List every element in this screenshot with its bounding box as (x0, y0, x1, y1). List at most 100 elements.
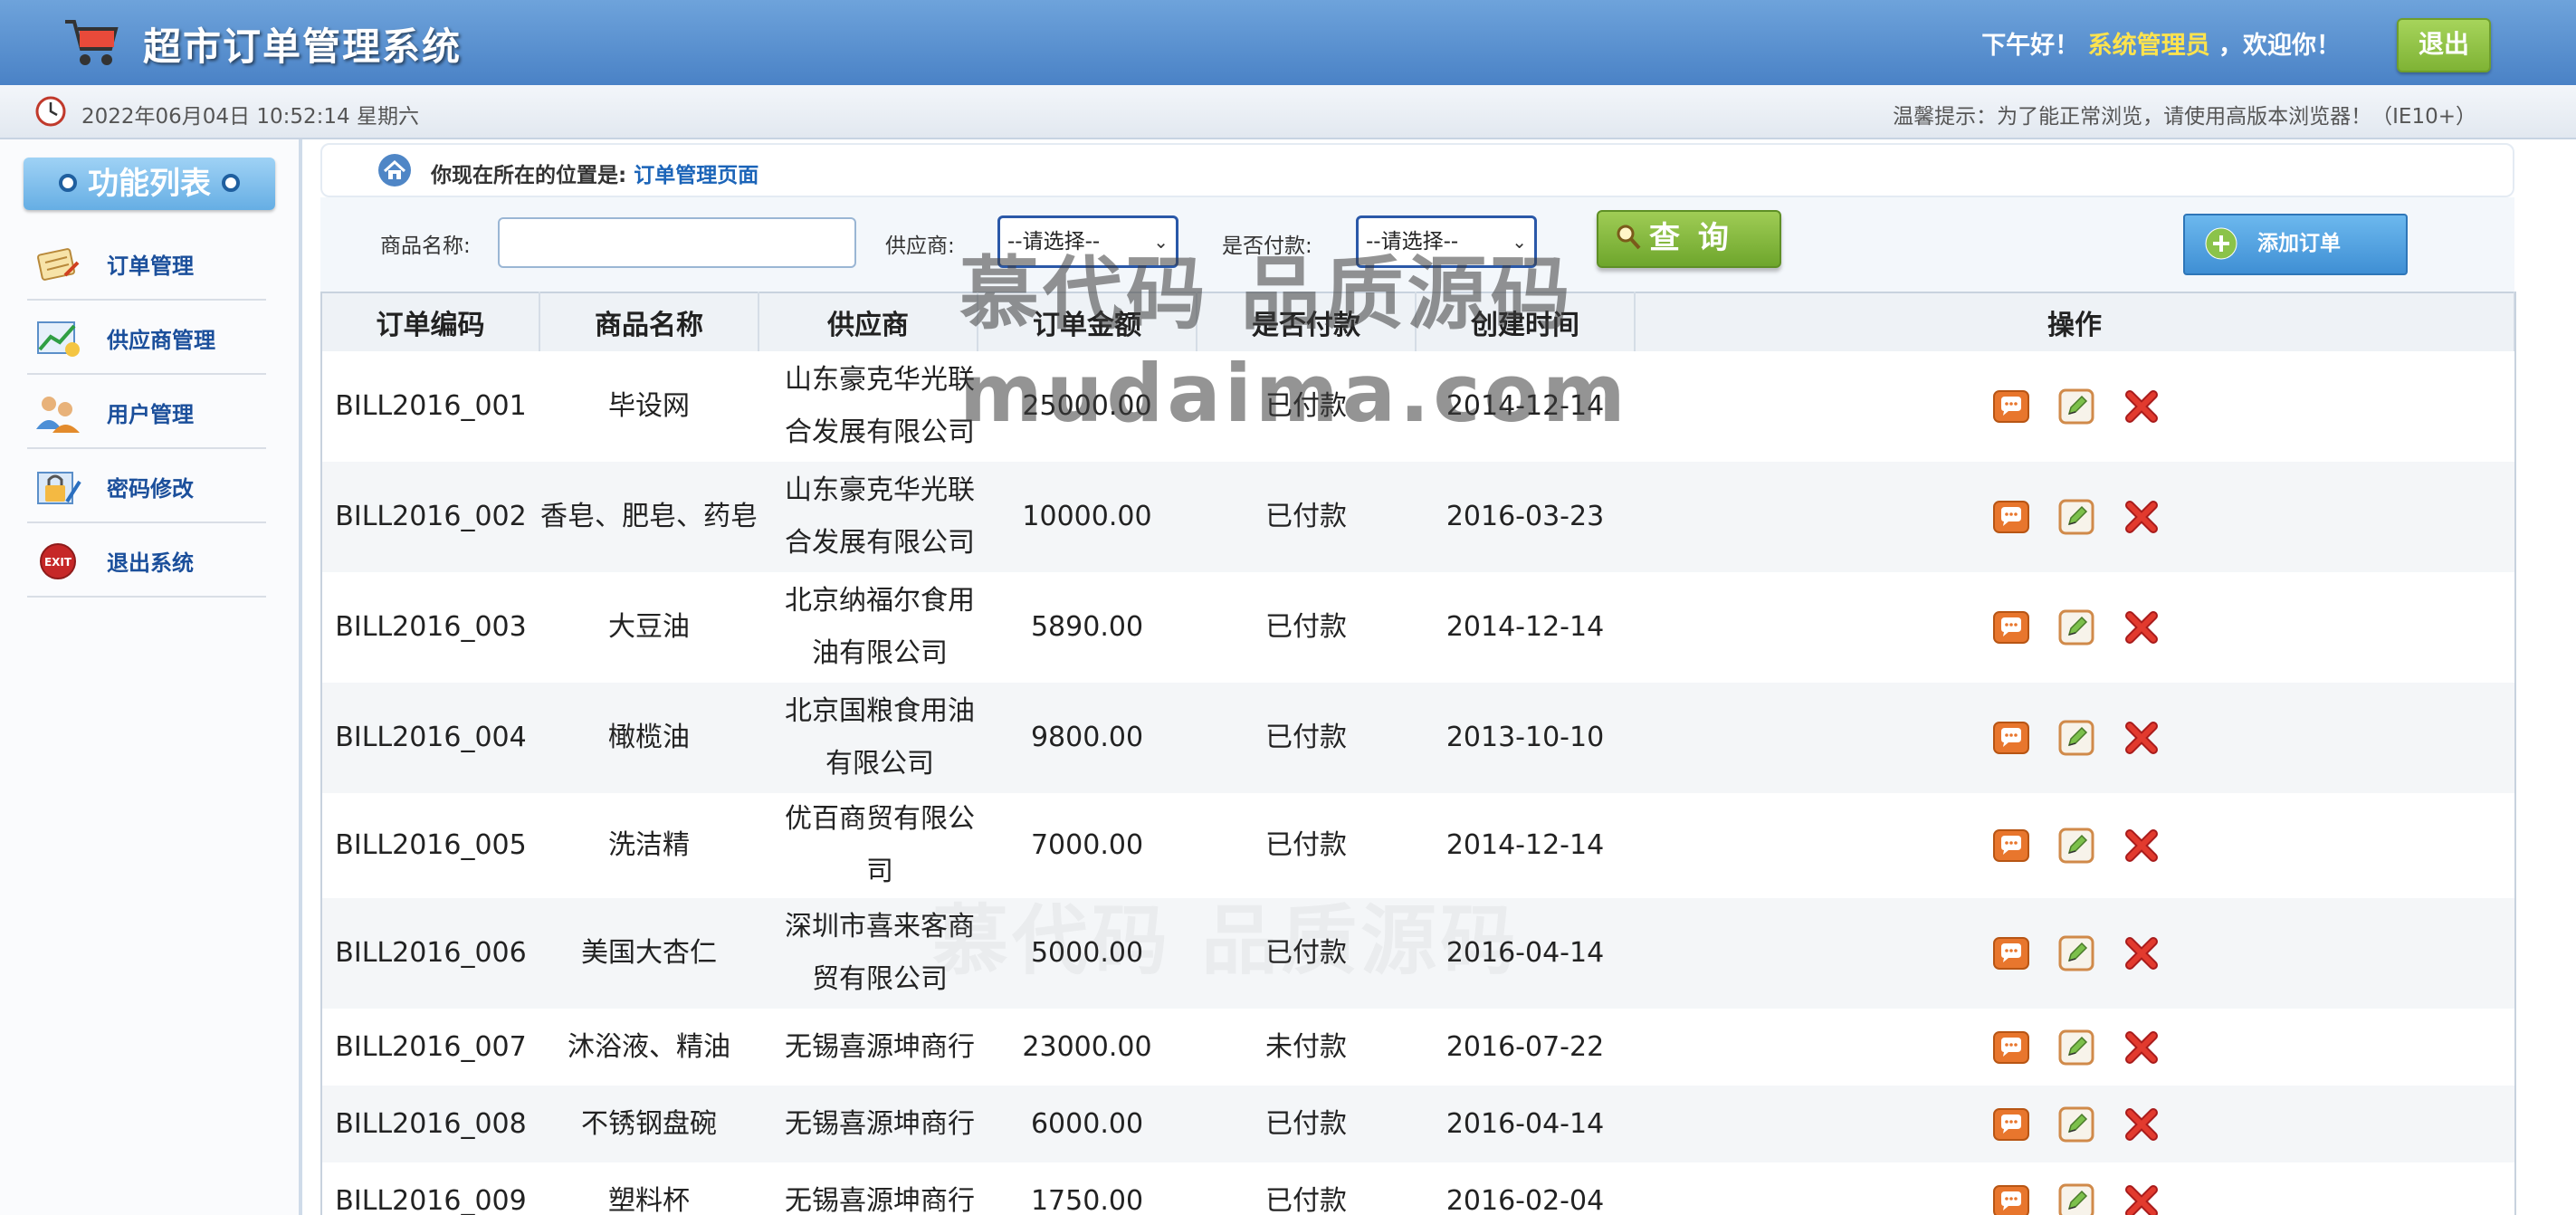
order-icon (37, 248, 80, 281)
provider-cell: 山东豪克华光联合发展有限公司 (758, 462, 978, 572)
query-button[interactable]: 查 询 (1597, 210, 1781, 268)
sidebar-item-exit[interactable]: EXIT 退出系统 (27, 523, 266, 598)
edit-icon[interactable] (2057, 387, 2095, 426)
provider-cell: 无锡喜源坤商行 (758, 1086, 978, 1162)
product-name-cell: 不锈钢盘碗 (581, 1107, 717, 1140)
table-row: BILL2016_008 不锈钢盘碗 无锡喜源坤商行 6000.00 已付款 2… (322, 1086, 2514, 1162)
sidebar-item-label: 用户管理 (107, 402, 194, 427)
table-row: BILL2016_007 沐浴液、精油 无锡喜源坤商行 23000.00 未付款… (322, 1009, 2514, 1086)
edit-icon[interactable] (2057, 1028, 2095, 1067)
delete-icon[interactable] (2123, 1105, 2161, 1143)
edit-icon[interactable] (2057, 934, 2095, 972)
paid-select[interactable]: --请选择-- ⌄ (1356, 215, 1537, 268)
provider-cell: 优百商贸有限公司 (758, 793, 978, 898)
view-icon[interactable] (1992, 1105, 2030, 1143)
edit-icon[interactable] (2057, 719, 2095, 757)
delete-icon[interactable] (2123, 608, 2161, 646)
product-name-cell: 毕设网 (608, 390, 690, 422)
edit-icon[interactable] (2057, 498, 2095, 536)
sidebar-item-providers[interactable]: 供应商管理 (27, 301, 266, 375)
paid-status-cell: 已付款 (1265, 501, 1347, 532)
bullet-icon (59, 173, 77, 192)
view-icon[interactable] (1992, 387, 2030, 426)
add-order-label: 添加订单 (2257, 232, 2341, 255)
order-code-cell: BILL2016_004 (335, 722, 527, 753)
order-code-cell: BILL2016_006 (335, 937, 527, 969)
amount-cell: 6000.00 (1030, 1107, 1144, 1140)
created-date-cell: 2016-04-14 (1445, 1107, 1605, 1140)
sidebar-item-users[interactable]: 用户管理 (27, 375, 266, 449)
order-code-cell: BILL2016_003 (335, 611, 527, 643)
chevron-down-icon: ⌄ (1512, 231, 1527, 253)
top-header: 超市订单管理系统 下午好！ 系统管理员 ，欢迎你！ 退出 (0, 0, 2576, 85)
clock-icon (35, 96, 66, 127)
edit-icon[interactable] (2057, 1182, 2095, 1215)
logout-button[interactable]: 退出 (2397, 18, 2491, 72)
provider-cell: 无锡喜源坤商行 (758, 1162, 978, 1215)
orders-table-container: 订单编码 商品名称 供应商 订单金额 是否付款 创建时间 操作 BILL2016… (320, 292, 2516, 1215)
function-list-label: 功能列表 (88, 166, 211, 202)
edit-icon[interactable] (2057, 1105, 2095, 1143)
edit-icon[interactable] (2057, 608, 2095, 646)
browser-tip: 温馨提示：为了能正常浏览，请使用高版本浏览器！（IE10+） (1893, 105, 2476, 129)
svg-text:EXIT: EXIT (44, 556, 72, 569)
sidebar-item-label: 退出系统 (107, 550, 194, 576)
column-header: 订单编码 (322, 292, 540, 351)
provider-text: 无锡喜源坤商行 (785, 1184, 975, 1215)
users-icon (36, 397, 80, 433)
provider-cell: 深圳市喜来客商贸有限公司 (758, 898, 978, 1009)
home-icon (378, 154, 411, 187)
created-date-cell: 2016-03-23 (1445, 501, 1605, 532)
delete-icon[interactable] (2123, 1182, 2161, 1215)
created-date-cell: 2016-02-04 (1445, 1184, 1605, 1215)
shopping-cart-icon (65, 20, 119, 65)
amount-cell: 25000.00 (1022, 390, 1152, 422)
view-icon[interactable] (1992, 827, 2030, 865)
product-name-cell: 橄榄油 (608, 722, 690, 753)
delete-icon[interactable] (2123, 934, 2161, 972)
delete-icon[interactable] (2123, 827, 2161, 865)
paid-status-cell: 已付款 (1265, 722, 1347, 753)
table-row: BILL2016_006 美国大杏仁 深圳市喜来客商贸有限公司 5000.00 … (322, 898, 2514, 1009)
greeting-suffix: ，欢迎你！ (2218, 32, 2341, 60)
delete-icon[interactable] (2123, 387, 2161, 426)
column-header: 创建时间 (1416, 292, 1636, 351)
operations-cell (1635, 1162, 2514, 1215)
column-header: 操作 (1635, 292, 2514, 351)
edit-icon[interactable] (2057, 827, 2095, 865)
product-name-label: 商品名称: (380, 234, 471, 258)
paid-status-cell: 已付款 (1265, 1107, 1347, 1140)
delete-icon[interactable] (2123, 1028, 2161, 1067)
operations-cell (1635, 793, 2514, 898)
delete-icon[interactable] (2123, 719, 2161, 757)
amount-cell: 10000.00 (1022, 501, 1152, 532)
order-code-cell: BILL2016_009 (335, 1184, 527, 1215)
product-name-input[interactable] (498, 217, 856, 268)
paid-status-cell: 未付款 (1265, 1030, 1347, 1063)
provider-text: 北京纳福尔食用油有限公司 (785, 585, 975, 669)
column-header: 供应商 (758, 292, 978, 351)
delete-icon[interactable] (2123, 498, 2161, 536)
view-icon[interactable] (1992, 608, 2030, 646)
amount-cell: 7000.00 (1030, 829, 1144, 861)
view-icon[interactable] (1992, 1182, 2030, 1215)
add-order-button[interactable]: 添加订单 (2183, 214, 2408, 275)
view-icon[interactable] (1992, 1028, 2030, 1067)
view-icon[interactable] (1992, 719, 2030, 757)
provider-select[interactable]: --请选择-- ⌄ (997, 215, 1178, 268)
column-header: 商品名称 (539, 292, 759, 351)
breadcrumb-current[interactable]: 订单管理页面 (634, 164, 758, 187)
sidebar: 功能列表 订单管理 供应商管理 用户管理 密码修改 EXIT 退出系统 (0, 139, 302, 1215)
sidebar-item-orders[interactable]: 订单管理 (27, 226, 266, 301)
view-icon[interactable] (1992, 498, 2030, 536)
breadcrumb-prefix: 你现在所在的位置是: (431, 164, 627, 187)
amount-cell: 5000.00 (1030, 937, 1144, 969)
created-date-cell: 2014-12-14 (1445, 390, 1605, 422)
provider-text: 优百商贸有限公司 (785, 803, 975, 887)
exit-icon: EXIT (40, 543, 76, 579)
sidebar-item-password[interactable]: 密码修改 (27, 449, 266, 523)
paid-status-cell: 已付款 (1265, 611, 1347, 643)
view-icon[interactable] (1992, 934, 2030, 972)
provider-cell: 山东豪克华光联合发展有限公司 (758, 351, 978, 462)
table-row: BILL2016_009 塑料杯 无锡喜源坤商行 1750.00 已付款 201… (322, 1162, 2514, 1215)
